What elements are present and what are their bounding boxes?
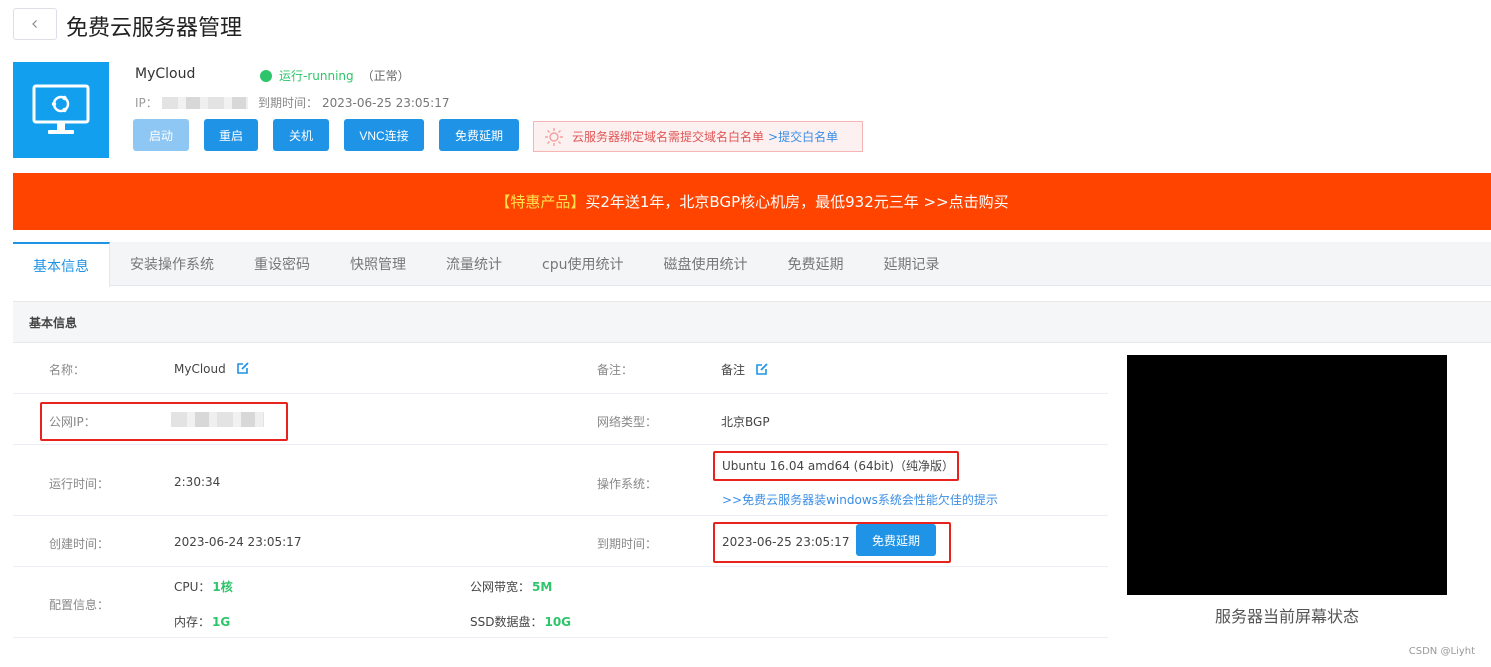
page-title: 免费云服务器管理 — [66, 16, 243, 41]
remark-label: 备注： — [597, 363, 634, 377]
bandwidth-value: 5M — [532, 580, 553, 594]
bandwidth-label: 公网带宽： — [470, 580, 531, 594]
expire-value: 2023-06-25 23:05:17 — [722, 535, 850, 549]
edit-name-icon[interactable] — [236, 361, 250, 375]
tab-free-extend[interactable]: 免费延期 — [767, 242, 863, 286]
tab-extend-history[interactable]: 延期记录 — [863, 242, 959, 286]
info-row-config: 配置信息： CPU： 1核 公网带宽： 5M 内存： 1G SSD数据盘： 10G — [13, 567, 1108, 638]
edit-remark-icon[interactable] — [755, 362, 769, 376]
remark-value-wrap: 备注 — [721, 361, 769, 378]
tab-bar: 基本信息 安装操作系统 重设密码 快照管理 流量统计 cpu使用统计 磁盘使用统… — [13, 242, 1491, 287]
action-bar: 启动 重启 关机 VNC连接 免费延期 — [133, 119, 519, 151]
info-row-created: 创建时间： 2023-06-24 23:05:17 到期时间： 2023-06-… — [13, 516, 1108, 567]
ip-row: IP： — [135, 94, 248, 111]
screen-caption: 服务器当前屏幕状态 — [1214, 607, 1359, 626]
tab-install-os[interactable]: 安装操作系统 — [110, 242, 234, 286]
tab-snapshots[interactable]: 快照管理 — [330, 242, 426, 286]
cpu-spec: CPU： 1核 — [174, 578, 233, 595]
memory-label: 内存： — [174, 615, 211, 629]
header-expire: 到期时间： 2023-06-25 23:05:17 — [258, 94, 449, 111]
extend-button[interactable]: 免费延期 — [439, 119, 519, 151]
os-label: 操作系统： — [597, 477, 658, 491]
tab-basic-info[interactable]: 基本信息 — [13, 242, 110, 287]
header-expire-label: 到期时间： — [258, 96, 319, 110]
created-value: 2023-06-24 23:05:17 — [174, 535, 302, 549]
tab-disk-usage[interactable]: 磁盘使用统计 — [643, 242, 767, 286]
status-dot-icon — [260, 69, 272, 82]
info-table: 名称： MyCloud 备注： 备注 公网IP： 网络类型： 北京BGP 运行时… — [13, 343, 1108, 638]
public-ip-label: 公网IP： — [49, 415, 96, 429]
vnc-button[interactable]: VNC连接 — [344, 119, 424, 151]
monitor-ubuntu-icon — [32, 84, 90, 134]
remark-value: 备注 — [721, 363, 746, 377]
panel-title: 基本信息 — [13, 301, 1491, 343]
ssd-label: SSD数据盘： — [470, 615, 543, 629]
name-label: 名称： — [49, 363, 86, 377]
tab-reset-password[interactable]: 重设密码 — [234, 242, 330, 286]
lightbulb-icon — [545, 127, 563, 146]
memory-spec: 内存： 1G — [174, 613, 230, 630]
uptime-label: 运行时间： — [49, 477, 110, 491]
restart-button[interactable]: 重启 — [204, 119, 258, 151]
chevron-left-icon — [32, 20, 37, 28]
promo-text: 买2年送1年，北京BGP核心机房，最低932元三年 >>点击购买 — [585, 193, 1009, 211]
info-row-ip: 公网IP： 网络类型： 北京BGP — [13, 394, 1108, 445]
start-button[interactable]: 启动 — [133, 119, 189, 151]
os-value: Ubuntu 16.04 amd64 (64bit)（纯净版） — [722, 459, 954, 473]
cpu-label: CPU： — [174, 580, 211, 594]
os-windows-tip-link[interactable]: >>免费云服务器装windows系统会性能欠佳的提示 — [722, 491, 998, 508]
tab-traffic[interactable]: 流量统计 — [426, 242, 522, 286]
watermark: CSDN @Liyht — [1408, 646, 1475, 657]
ip-label: IP： — [135, 96, 158, 110]
memory-value: 1G — [212, 615, 231, 629]
status-note: （正常） — [361, 69, 410, 83]
expire-label: 到期时间： — [597, 537, 658, 551]
screen-preview[interactable] — [1127, 355, 1447, 595]
whitelist-notice: 云服务器绑定域名需提交域名白名单 >提交白名单 — [533, 121, 863, 152]
info-row-uptime: 运行时间： 2:30:34 操作系统： Ubuntu 16.04 amd64 (… — [13, 445, 1108, 516]
network-label: 网络类型： — [597, 415, 658, 429]
network-value: 北京BGP — [721, 415, 770, 429]
ip-redacted — [161, 96, 248, 109]
bandwidth-spec: 公网带宽： 5M — [470, 578, 552, 595]
config-label: 配置信息： — [49, 598, 110, 612]
name-value-wrap: MyCloud — [174, 361, 250, 376]
server-icon-tile — [13, 62, 109, 158]
created-label: 创建时间： — [49, 537, 110, 551]
public-ip-redacted — [171, 412, 264, 427]
shutdown-button[interactable]: 关机 — [273, 119, 329, 151]
status-text: 运行-running — [279, 69, 354, 83]
free-extend-button[interactable]: 免费延期 — [856, 524, 936, 556]
server-name: MyCloud — [135, 66, 196, 82]
notice-text: 云服务器绑定域名需提交域名白名单 — [572, 130, 765, 144]
promo-highlight: 【特惠产品】 — [495, 193, 586, 211]
cpu-value: 1核 — [212, 580, 233, 594]
name-value: MyCloud — [174, 362, 226, 376]
ssd-value: 10G — [544, 615, 572, 629]
whitelist-link[interactable]: >提交白名单 — [768, 128, 838, 145]
promo-banner[interactable]: 【特惠产品】 买2年送1年，北京BGP核心机房，最低932元三年 >>点击购买 — [13, 173, 1491, 230]
ssd-spec: SSD数据盘： 10G — [470, 613, 571, 630]
back-button[interactable] — [13, 8, 57, 40]
header-expire-value: 2023-06-25 23:05:17 — [322, 96, 450, 110]
server-status: 运行-running （正常） — [260, 67, 410, 84]
info-row-name: 名称： MyCloud 备注： 备注 — [13, 343, 1108, 394]
uptime-value: 2:30:34 — [174, 475, 221, 489]
tab-cpu-usage[interactable]: cpu使用统计 — [522, 242, 643, 286]
